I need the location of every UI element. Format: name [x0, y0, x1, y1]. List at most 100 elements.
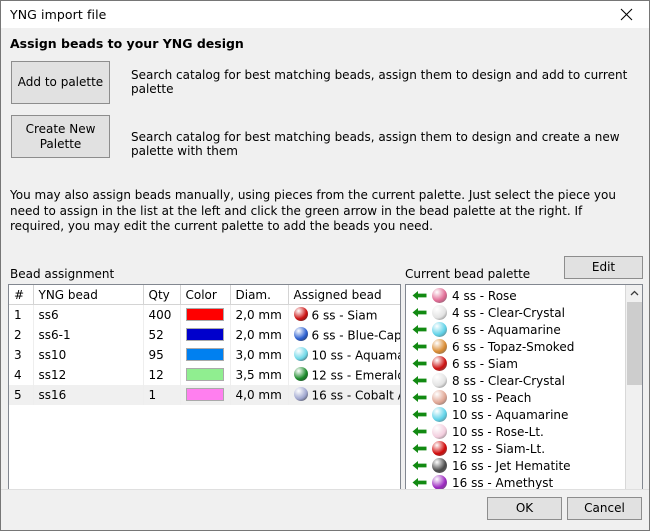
add-to-palette-description: Search catalog for best matching beads, …	[131, 68, 649, 96]
list-item[interactable]: 4 ss - Clear-Crystal	[406, 304, 626, 321]
cell-color	[180, 345, 230, 365]
color-swatch	[186, 348, 224, 361]
palette-item-label: 6 ss - Siam	[452, 357, 518, 371]
bead-icon	[432, 356, 447, 371]
table-row[interactable]: 5ss161 4,0 mm 16 ss - Cobalt AB	[9, 385, 400, 405]
cell-diameter: 3,0 mm	[230, 345, 288, 365]
arrow-left-icon[interactable]	[412, 426, 427, 437]
arrow-left-icon[interactable]	[412, 392, 427, 403]
add-to-palette-button[interactable]: Add to palette	[11, 61, 110, 104]
close-glyph	[620, 8, 633, 21]
arrow-left-icon[interactable]	[412, 460, 427, 471]
color-swatch	[186, 368, 224, 381]
palette-scrollbar[interactable]	[625, 285, 642, 516]
list-item[interactable]: 6 ss - Aquamarine	[406, 321, 626, 338]
bead-icon	[432, 475, 447, 490]
cell-qty: 52	[143, 325, 180, 345]
palette-item-label: 16 ss - Jet Hematite	[452, 459, 571, 473]
table-body: 1ss64002,0 mm6 ss - Siam2ss6-1522,0 mm6 …	[9, 305, 400, 406]
cell-number: 5	[9, 385, 33, 405]
list-item[interactable]: 12 ss - Siam-Lt.	[406, 440, 626, 457]
list-item[interactable]: 10 ss - Rose-Lt.	[406, 423, 626, 440]
cell-color	[180, 325, 230, 345]
create-new-palette-button[interactable]: Create New Palette	[11, 115, 110, 158]
chevron-up-icon[interactable]	[626, 285, 642, 302]
column-header-color[interactable]: Color	[180, 285, 230, 305]
bead-assignment-panel[interactable]: # YNG bead Qty Color Diam. Assigned bead…	[8, 284, 401, 517]
cell-yng-bead: ss16	[33, 385, 143, 405]
list-item[interactable]: 16 ss - Jet Hematite	[406, 457, 626, 474]
list-item[interactable]: 10 ss - Peach	[406, 389, 626, 406]
bead-icon	[432, 373, 447, 388]
arrow-left-icon[interactable]	[412, 341, 427, 352]
arrow-left-icon[interactable]	[412, 375, 427, 386]
list-item[interactable]: 10 ss - Aquamarine	[406, 406, 626, 423]
table-row[interactable]: 4ss12123,5 mm12 ss - Emerald	[9, 365, 400, 385]
arrow-left-icon[interactable]	[412, 307, 427, 318]
bead-icon	[432, 339, 447, 354]
palette-list[interactable]: 4 ss - Rose4 ss - Clear-Crystal6 ss - Aq…	[406, 285, 626, 516]
bead-icon	[432, 390, 447, 405]
table-row[interactable]: 3ss10953,0 mm10 ss - Aquamarine	[9, 345, 400, 365]
current-bead-palette-panel[interactable]: 4 ss - Rose4 ss - Clear-Crystal6 ss - Aq…	[405, 284, 643, 517]
palette-item-label: 10 ss - Rose-Lt.	[452, 425, 544, 439]
scrollbar-thumb[interactable]	[627, 302, 642, 385]
bead-icon	[294, 367, 308, 381]
table-row[interactable]: 2ss6-1522,0 mm6 ss - Blue-Capri	[9, 325, 400, 345]
bead-icon	[294, 387, 308, 401]
cell-qty: 1	[143, 385, 180, 405]
list-item[interactable]: 4 ss - Rose	[406, 287, 626, 304]
window-title: YNG import file	[1, 7, 106, 22]
arrow-left-icon[interactable]	[412, 477, 427, 488]
bead-icon	[432, 407, 447, 422]
palette-item-label: 16 ss - Amethyst	[452, 476, 553, 490]
palette-item-label: 12 ss - Siam-Lt.	[452, 442, 545, 456]
edit-button[interactable]: Edit	[564, 256, 643, 279]
column-header-qty[interactable]: Qty	[143, 285, 180, 305]
cell-color	[180, 385, 230, 405]
bead-icon	[432, 305, 447, 320]
cell-qty: 95	[143, 345, 180, 365]
bead-icon	[432, 322, 447, 337]
assigned-bead-label: 6 ss - Siam	[312, 308, 378, 322]
cell-qty: 400	[143, 305, 180, 326]
column-header-yng-bead[interactable]: YNG bead	[33, 285, 143, 305]
ok-button[interactable]: OK	[487, 497, 562, 520]
manual-assign-instructions: You may also assign beads manually, usin…	[10, 188, 638, 235]
assigned-bead-label: 16 ss - Cobalt AB	[312, 388, 402, 402]
bead-assignment-label: Bead assignment	[10, 267, 114, 281]
arrow-left-icon[interactable]	[412, 290, 427, 301]
cell-diameter: 4,0 mm	[230, 385, 288, 405]
cell-number: 2	[9, 325, 33, 345]
column-header-number[interactable]: #	[9, 285, 33, 305]
cancel-button[interactable]: Cancel	[567, 497, 642, 520]
list-item[interactable]: 8 ss - Clear-Crystal	[406, 372, 626, 389]
arrow-left-icon[interactable]	[412, 324, 427, 335]
table-header: # YNG bead Qty Color Diam. Assigned bead	[9, 285, 400, 305]
current-bead-palette-label: Current bead palette	[405, 267, 530, 281]
color-swatch	[186, 388, 224, 401]
dialog-footer: OK Cancel	[1, 489, 649, 530]
table-row[interactable]: 1ss64002,0 mm6 ss - Siam	[9, 305, 400, 326]
arrow-left-icon[interactable]	[412, 358, 427, 369]
dialog-window: YNG import file Assign beads to your YNG…	[0, 0, 650, 531]
cell-yng-bead: ss12	[33, 365, 143, 385]
create-new-palette-description: Search catalog for best matching beads, …	[131, 130, 649, 158]
cell-assigned-bead: 6 ss - Siam	[288, 305, 400, 326]
bead-icon	[294, 347, 308, 361]
close-icon[interactable]	[604, 1, 649, 28]
title-bar: YNG import file	[1, 1, 649, 28]
column-header-assigned-bead[interactable]: Assigned bead	[288, 285, 400, 305]
arrow-left-icon[interactable]	[412, 443, 427, 454]
arrow-left-icon[interactable]	[412, 409, 427, 420]
cell-yng-bead: ss6-1	[33, 325, 143, 345]
column-header-diam[interactable]: Diam.	[230, 285, 288, 305]
list-item[interactable]: 6 ss - Siam	[406, 355, 626, 372]
table-header-row: # YNG bead Qty Color Diam. Assigned bead	[9, 285, 400, 305]
color-swatch	[186, 328, 224, 341]
list-item[interactable]: 6 ss - Topaz-Smoked	[406, 338, 626, 355]
cell-yng-bead: ss10	[33, 345, 143, 365]
assigned-bead-label: 10 ss - Aquamarine	[312, 348, 402, 362]
bead-assignment-table: # YNG bead Qty Color Diam. Assigned bead…	[9, 285, 400, 405]
cell-color	[180, 365, 230, 385]
